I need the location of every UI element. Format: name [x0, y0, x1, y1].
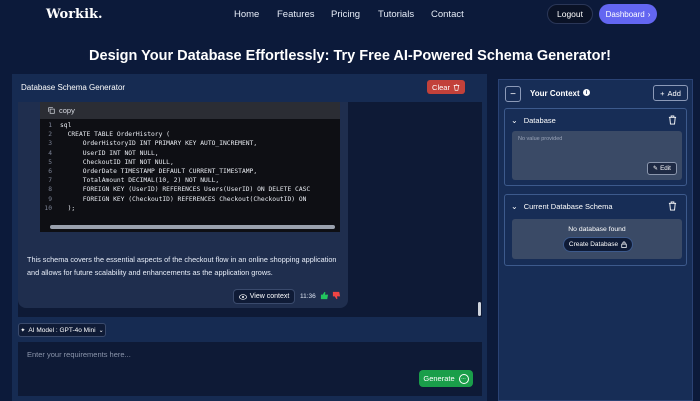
context-panel: − Your Context i + Add ⌄ Database No val… — [491, 74, 700, 401]
thumbs-up-icon[interactable] — [320, 291, 329, 300]
nav-pricing[interactable]: Pricing — [331, 9, 360, 20]
lock-icon — [621, 241, 627, 248]
code-block: copy 1 sql 2 CREATE TABLE OrderHistory ( … — [40, 102, 340, 232]
sparkle-icon: ✦ — [20, 327, 26, 334]
message-time: 11:36 — [300, 293, 316, 300]
dashboard-label: Dashboard — [605, 9, 645, 19]
logo[interactable]: Workik. — [46, 7, 103, 22]
schema-generator-panel: Database Schema Generator Clear copy 1 sq… — [12, 74, 487, 401]
clear-label: Clear — [432, 82, 450, 92]
logout-button[interactable]: Logout — [547, 4, 593, 24]
code-line: 3 OrderHistoryID INT PRIMARY KEY AUTO_IN… — [48, 140, 258, 148]
database-card-title: Database — [523, 116, 556, 125]
schema-card: ⌄ Current Database Schema No database fo… — [504, 194, 687, 266]
chat-vertical-scrollbar[interactable] — [478, 302, 481, 316]
info-icon[interactable]: i — [583, 89, 590, 96]
schema-card-header[interactable]: ⌄ Current Database Schema — [511, 202, 613, 211]
database-card: ⌄ Database No value provided ✎ Edit — [504, 108, 687, 186]
add-label: Add — [667, 88, 681, 98]
empty-state-text: No database found — [568, 226, 626, 233]
add-context-button[interactable]: + Add — [653, 85, 688, 101]
database-card-header[interactable]: ⌄ Database — [511, 116, 556, 125]
generate-label: Generate — [423, 374, 455, 383]
chevron-down-icon: ⌄ — [511, 116, 518, 125]
code-lines: 1 sql 2 CREATE TABLE OrderHistory ( 3 Ord… — [40, 121, 340, 223]
chevron-down-icon: ⌄ — [98, 327, 104, 334]
thumbs-down-icon[interactable] — [332, 291, 341, 300]
view-context-button[interactable]: View context — [233, 289, 295, 304]
nav-home[interactable]: Home — [234, 9, 259, 20]
chat-area: copy 1 sql 2 CREATE TABLE OrderHistory ( … — [18, 102, 482, 317]
panel-header: Database Schema Generator Clear — [12, 74, 487, 100]
schema-empty-box: No database found Create Database — [512, 219, 682, 259]
trash-icon[interactable] — [668, 115, 677, 125]
ai-model-selector[interactable]: ✦ AI Model : GPT-4o Mini ⌄ — [18, 323, 106, 337]
top-nav: Workik. Home Features Pricing Tutorials … — [0, 0, 700, 30]
database-value-box: No value provided ✎ Edit — [512, 131, 682, 180]
code-horizontal-scrollbar[interactable] — [50, 225, 335, 229]
clear-button[interactable]: Clear — [427, 80, 465, 94]
code-line: 6 OrderDate TIMESTAMP DEFAULT CURRENT_TI… — [48, 167, 258, 175]
edit-button[interactable]: ✎ Edit — [647, 162, 677, 175]
dashboard-button[interactable]: Dashboard › — [599, 4, 657, 24]
edit-label: Edit — [660, 165, 671, 172]
code-line: 9 FOREIGN KEY (CheckoutID) REFERENCES Ch… — [48, 195, 307, 203]
create-database-label: Create Database — [568, 241, 619, 248]
clear-icon — [453, 83, 460, 91]
code-line: 1 sql — [48, 122, 72, 129]
ai-model-label: AI Model : GPT-4o Mini — [28, 326, 96, 334]
code-line: 4 UserID INT NOT NULL, — [48, 149, 159, 157]
message-text: This schema covers the essential aspects… — [27, 255, 337, 277]
code-line: 10 ); — [44, 204, 76, 212]
page-headline: Design Your Database Effortlessly: Try F… — [89, 48, 611, 64]
code-line: 8 FOREIGN KEY (UserID) REFERENCES Users(… — [48, 186, 311, 194]
create-database-button[interactable]: Create Database — [563, 237, 633, 252]
plus-icon: + — [660, 88, 665, 98]
context-title: Your Context — [530, 89, 580, 98]
requirements-input[interactable]: Enter your requirements here... Generate… — [18, 342, 482, 396]
collapse-button[interactable]: − — [505, 86, 521, 102]
generate-button[interactable]: Generate ⋯ — [419, 370, 473, 387]
chevron-right-icon: › — [647, 9, 651, 19]
nav-features[interactable]: Features — [277, 9, 315, 20]
copy-label: copy — [59, 106, 75, 115]
nav-contact[interactable]: Contact — [431, 9, 464, 20]
schema-card-title: Current Database Schema — [523, 202, 613, 211]
trash-icon[interactable] — [668, 201, 677, 211]
code-line: 7 TotalAmount DECIMAL(10, 2) NOT NULL, — [48, 177, 220, 185]
view-context-label: View context — [249, 293, 290, 300]
assistant-message: copy 1 sql 2 CREATE TABLE OrderHistory ( … — [18, 102, 348, 308]
database-placeholder: No value provided — [518, 136, 563, 142]
context-container: − Your Context i + Add ⌄ Database No val… — [498, 79, 693, 401]
copy-icon — [48, 107, 55, 114]
input-placeholder: Enter your requirements here... — [27, 350, 131, 359]
generate-icon: ⋯ — [458, 373, 469, 384]
nav-tutorials[interactable]: Tutorials — [378, 9, 414, 20]
chevron-down-icon: ⌄ — [511, 202, 518, 211]
eye-icon — [238, 293, 247, 300]
code-line: 5 CheckoutID INT NOT NULL, — [48, 158, 174, 166]
panel-title: Database Schema Generator — [21, 83, 126, 92]
edit-icon: ✎ — [653, 166, 659, 172]
code-toolbar[interactable]: copy — [40, 102, 340, 119]
code-line: 2 CREATE TABLE OrderHistory ( — [48, 131, 170, 139]
